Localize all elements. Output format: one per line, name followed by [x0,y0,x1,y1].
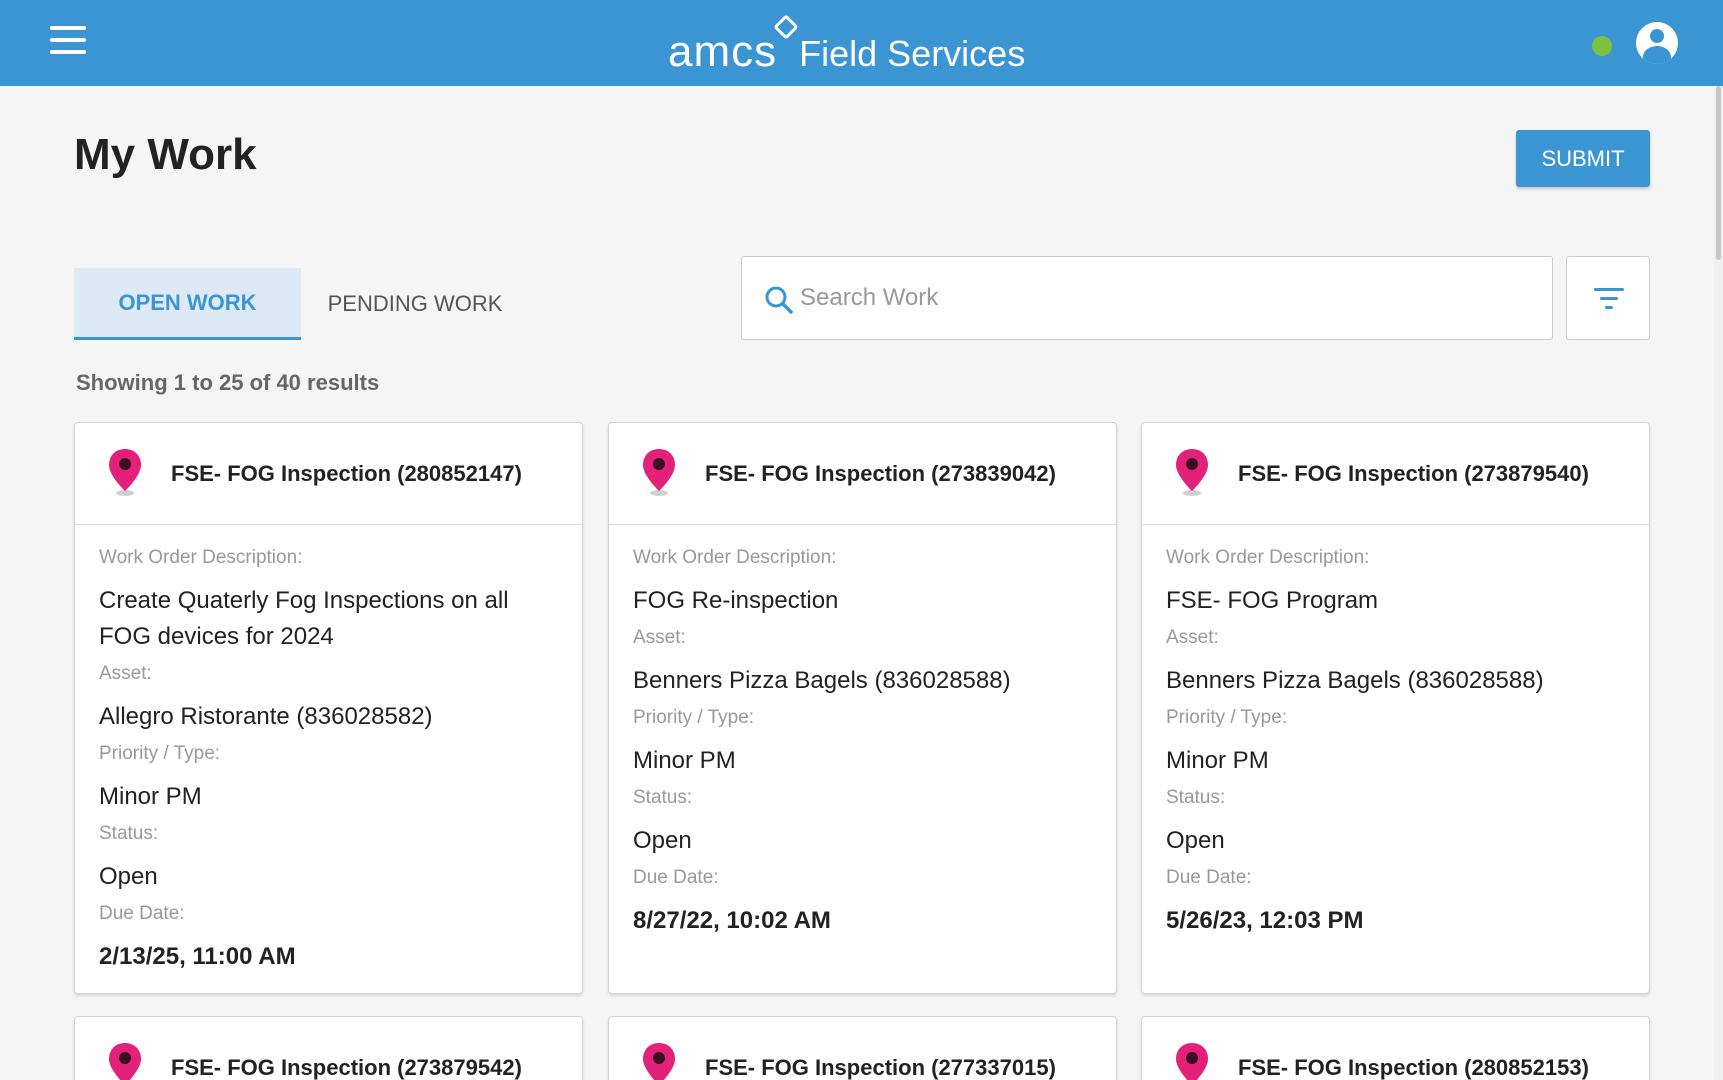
tab-open-work[interactable]: OPEN WORK [74,268,301,340]
card-header: FSE- FOG Inspection (277337015) [609,1017,1116,1080]
priority-value: Minor PM [633,747,736,774]
asset-label: Asset: [1166,627,1219,648]
map-pin-icon [109,449,141,496]
card-title: FSE- FOG Inspection (280852153) [1238,1055,1589,1080]
status-label: Status: [1166,787,1226,808]
due-date-value: 2/13/25, 11:00 AM [99,943,296,970]
work-order-card[interactable]: FSE- FOG Inspection (280852147) Work Ord… [74,422,583,994]
online-status-indicator [1592,36,1612,56]
search-box [741,256,1553,340]
status-value: Open [633,827,692,854]
card-header: FSE- FOG Inspection (273839042) [609,423,1116,525]
priority-label: Priority / Type: [99,743,221,764]
card-title: FSE- FOG Inspection (273879540) [1238,461,1589,486]
amcs-logo-text: amcs [668,14,799,74]
priority-value: Minor PM [1166,747,1269,774]
filter-icon [1594,288,1624,309]
app-header: amcs Field Services [0,0,1723,86]
scrollbar-thumb[interactable] [1716,86,1721,260]
due-date-label: Due Date: [99,903,185,924]
app-name: Field Services [799,33,1026,74]
description-value: Create Quaterly Fog Inspections on all F… [99,587,509,650]
status-label: Status: [99,823,159,844]
logo-diamond-mark [773,14,799,40]
work-order-card[interactable]: FSE- FOG Inspection (273839042) Work Ord… [608,422,1117,994]
asset-label: Asset: [99,663,152,684]
search-icon [765,286,793,314]
card-title: FSE- FOG Inspection (273879542) [171,1055,522,1080]
asset-value: Benners Pizza Bagels (836028588) [1166,667,1544,694]
asset-value: Allegro Ristorante (836028582) [99,703,433,730]
description-value: FSE- FOG Program [1166,587,1379,614]
status-value: Open [99,863,158,890]
description-label: Work Order Description: [1166,547,1370,568]
priority-value: Minor PM [99,783,202,810]
asset-label: Asset: [633,627,686,648]
map-pin-icon [1176,1043,1208,1080]
card-header: FSE- FOG Inspection (273879542) [75,1017,582,1080]
asset-value: Benners Pizza Bagels (836028588) [633,667,1011,694]
card-header: FSE- FOG Inspection (280852153) [1142,1017,1649,1080]
card-header: FSE- FOG Inspection (280852147) [75,423,582,525]
work-order-card[interactable]: FSE- FOG Inspection (280852153) [1141,1016,1650,1080]
brand-logo: amcs Field Services [668,10,1025,74]
tab-pending-work[interactable]: PENDING WORK [301,268,529,340]
priority-label: Priority / Type: [633,707,755,728]
map-pin-icon [109,1043,141,1080]
due-date-label: Due Date: [633,867,719,888]
card-body: Work Order Description: FOG Re-inspectio… [609,525,1116,939]
hamburger-menu-icon[interactable] [50,26,86,58]
priority-label: Priority / Type: [1166,707,1288,728]
card-header: FSE- FOG Inspection (273879540) [1142,423,1649,525]
results-count: Showing 1 to 25 of 40 results [76,370,380,395]
submit-button[interactable]: SUBMIT [1516,130,1650,187]
user-account-icon[interactable] [1636,22,1678,64]
card-title: FSE- FOG Inspection (280852147) [171,461,522,486]
status-label: Status: [633,787,693,808]
page-scrollbar[interactable] [1714,86,1723,1080]
status-value: Open [1166,827,1225,854]
description-label: Work Order Description: [633,547,837,568]
filter-button[interactable] [1566,256,1650,340]
description-label: Work Order Description: [99,547,303,568]
map-pin-icon [643,449,675,496]
work-order-card[interactable]: FSE- FOG Inspection (273879542) [74,1016,583,1080]
map-pin-icon [643,1043,675,1080]
work-order-card[interactable]: FSE- FOG Inspection (277337015) [608,1016,1117,1080]
work-order-card[interactable]: FSE- FOG Inspection (273879540) Work Ord… [1141,422,1650,994]
card-title: FSE- FOG Inspection (277337015) [705,1055,1056,1080]
card-body: Work Order Description: FSE- FOG Program… [1142,525,1649,939]
search-input[interactable] [800,277,1520,319]
due-date-label: Due Date: [1166,867,1252,888]
page-title: My Work [74,130,257,179]
due-date-value: 8/27/22, 10:02 AM [633,907,831,934]
map-pin-icon [1176,449,1208,496]
description-value: FOG Re-inspection [633,587,839,614]
card-body: Work Order Description: Create Quaterly … [75,525,582,975]
card-title: FSE- FOG Inspection (273839042) [705,461,1056,486]
due-date-value: 5/26/23, 12:03 PM [1166,907,1364,934]
